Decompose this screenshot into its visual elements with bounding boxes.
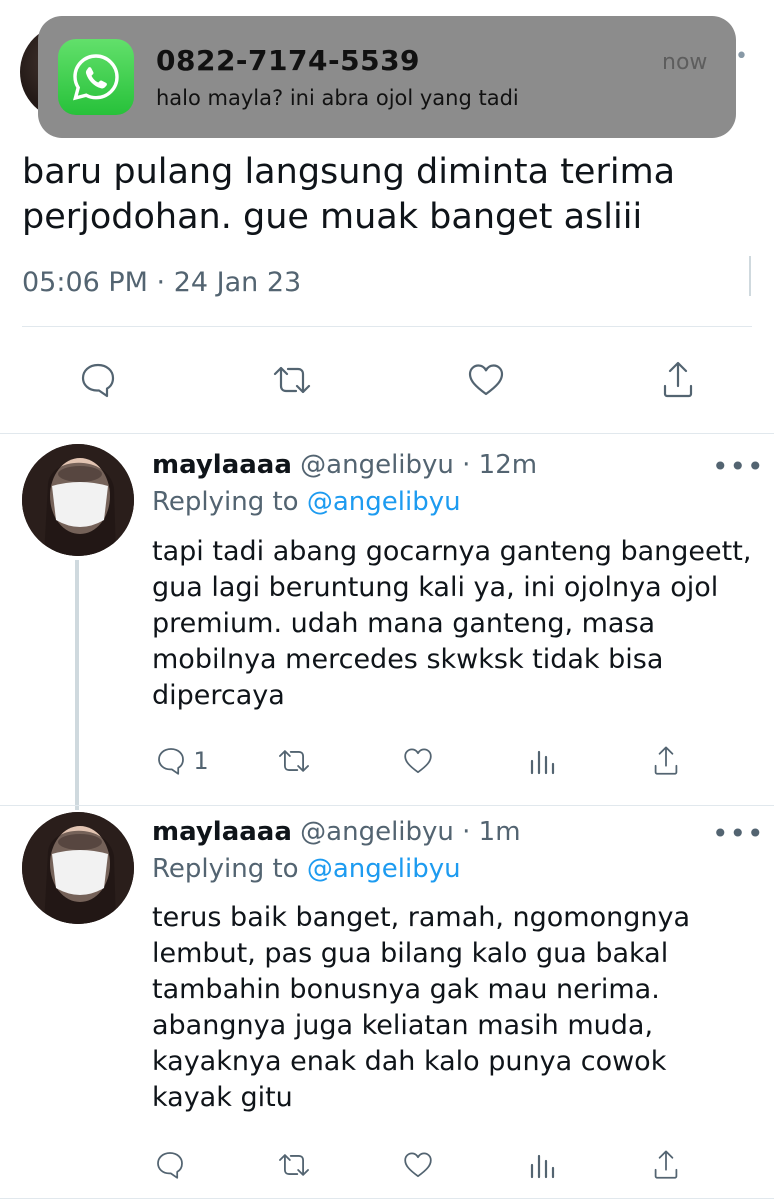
more-options-icon[interactable]: • (735, 44, 748, 69)
replying-to: Replying to @angelibyu (152, 854, 461, 884)
divider (22, 326, 752, 327)
display-name[interactable]: maylaaaa (152, 450, 292, 480)
mention-link[interactable]: @angelibyu (307, 487, 461, 517)
reply-button[interactable] (150, 1144, 218, 1186)
replying-label: Replying to (152, 487, 299, 517)
reply-avatar[interactable] (22, 444, 134, 556)
more-options-icon[interactable]: ••• (712, 450, 765, 483)
notification-banner[interactable] (38, 16, 736, 138)
reply-avatar[interactable] (22, 812, 134, 924)
notification-title: 0822-7174-5539 (156, 44, 421, 77)
reply-count: 1 (193, 747, 209, 775)
tweet-timestamp[interactable]: 05:06 PM · 24 Jan 23 (22, 267, 301, 298)
display-name[interactable]: maylaaaa (152, 817, 292, 847)
divider (0, 1198, 774, 1199)
analytics-icon[interactable] (518, 740, 566, 782)
retweet-icon[interactable] (270, 1144, 318, 1186)
thread-connector (75, 560, 79, 810)
share-icon[interactable] (642, 1144, 690, 1186)
more-options-icon[interactable]: ••• (712, 817, 765, 850)
reply-text: terus baik banget, ramah, ngomongnya lem… (152, 902, 691, 1113)
mention-link[interactable]: @angelibyu (307, 854, 461, 884)
divider (0, 433, 774, 434)
reply-time: · 1m (462, 817, 521, 847)
notification-body: halo mayla? ini abra ojol yang tadi (156, 86, 519, 110)
like-icon[interactable] (394, 740, 442, 782)
retweet-icon[interactable] (262, 356, 322, 404)
analytics-icon[interactable] (518, 1144, 566, 1186)
reply-button[interactable]: 1 (150, 740, 214, 782)
share-icon[interactable] (642, 740, 690, 782)
replying-label: Replying to (152, 854, 299, 884)
reply-header: maylaaaa @angelibyu · 12m (152, 450, 537, 480)
reply-icon[interactable] (70, 356, 126, 404)
reply-text: tapi tadi abang gocarnya ganteng bangeet… (152, 536, 752, 711)
whatsapp-icon (58, 39, 134, 115)
replying-to: Replying to @angelibyu (152, 487, 461, 517)
tweet-text: baru pulang langsung diminta terima perj… (22, 152, 676, 237)
reply-header: maylaaaa @angelibyu · 1m (152, 817, 521, 847)
divider (0, 805, 774, 806)
user-handle[interactable]: @angelibyu (300, 817, 454, 847)
notification-time: now (662, 50, 708, 75)
share-icon[interactable] (650, 356, 706, 404)
divider (749, 256, 751, 296)
reply-time: · 12m (462, 450, 538, 480)
like-icon[interactable] (394, 1144, 442, 1186)
like-icon[interactable] (458, 356, 514, 404)
retweet-icon[interactable] (270, 740, 318, 782)
user-handle[interactable]: @angelibyu (300, 450, 454, 480)
